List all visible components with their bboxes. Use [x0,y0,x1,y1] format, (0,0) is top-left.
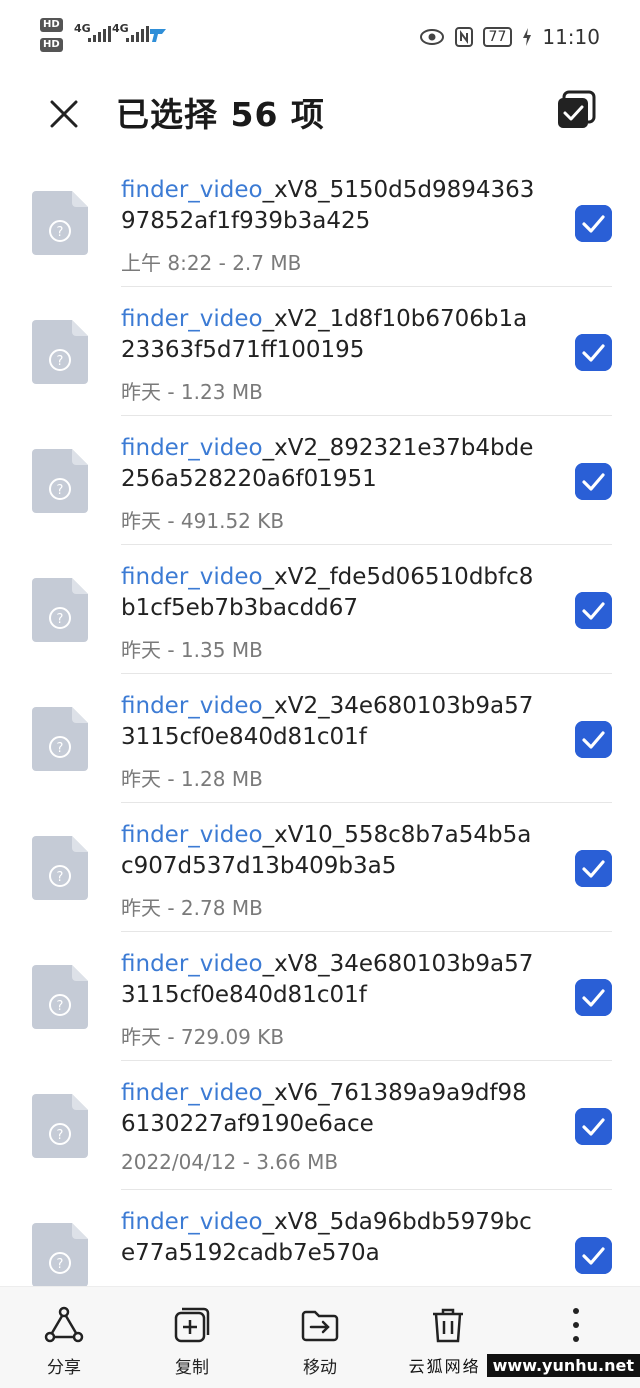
copy-icon [174,1307,210,1343]
watermark-text: 云狐网络 [402,1353,487,1377]
file-name-highlight: finder_video [121,1080,263,1106]
unknown-file-icon: ? [32,1094,88,1158]
svg-text:?: ? [57,612,64,627]
file-meta: 昨天 - 1.28 MB [121,767,263,791]
file-meta: 上午 8:22 - 2.7 MB [121,251,302,275]
checkbox-checked[interactable] [575,334,612,371]
file-name: finder_video_xV2_1d8f10b6706b1a23363f5d7… [121,304,541,366]
eye-icon [419,29,444,45]
selection-header: 已选择 56 项 [0,72,640,156]
checkbox-checked[interactable] [575,205,612,242]
checkbox-checked[interactable] [575,592,612,629]
unknown-file-icon: ? [32,191,88,255]
file-row[interactable]: ? finder_video_xV2_1d8f10b6706b1a23363f5d… [0,287,640,416]
app-notification-icon [150,29,166,42]
move-folder-icon [301,1310,339,1342]
file-row[interactable]: ? finder_video_xV2_892321e37b4bde256a5282… [0,416,640,545]
file-row[interactable]: ? finder_video_xV6_761389a9a9df986130227a… [0,1061,640,1190]
share-icon [44,1306,84,1343]
svg-text:?: ? [57,1257,64,1272]
watermark-url: www.yunhu.net [486,1353,640,1377]
unknown-file-icon: ? [32,320,88,384]
file-list: ? finder_video_xV8_5150d5d989436397852af1… [0,158,640,1286]
file-meta: 昨天 - 729.09 KB [121,1025,285,1049]
file-name: finder_video_xV2_892321e37b4bde256a52822… [121,433,541,495]
checkbox-checked[interactable] [575,721,612,758]
file-name-highlight: finder_video [121,951,263,977]
signal-icon [126,26,149,42]
file-row[interactable]: ? finder_video_xV8_5da96bdb5979bce77a5192… [0,1190,640,1286]
unknown-file-icon: ? [32,707,88,771]
move-button[interactable]: 移动 [256,1287,384,1388]
page-title: 已选择 56 项 [116,95,325,134]
watermark: 云狐网络 www.yunhu.net [402,1352,640,1378]
move-label: 移动 [303,1358,337,1378]
battery-icon: 77 [482,27,513,47]
file-name: finder_video_xV8_5150d5d989436397852af1f… [121,175,541,237]
unknown-file-icon: ? [32,578,88,642]
file-row[interactable]: ? finder_video_xV8_34e680103b9a573115cf0e… [0,932,640,1061]
checkbox-checked[interactable] [575,1237,612,1274]
hd-badge: HD [40,38,63,52]
file-meta: 昨天 - 491.52 KB [121,509,285,533]
checkbox-checked[interactable] [575,1108,612,1145]
unknown-file-icon: ? [32,836,88,900]
file-meta: 2022/04/12 - 3.66 MB [121,1150,339,1174]
share-label: 分享 [47,1358,81,1378]
checkbox-checked[interactable] [575,463,612,500]
close-icon[interactable] [42,92,86,136]
trash-icon [433,1308,463,1343]
svg-text:?: ? [57,483,64,498]
hd-badge: HD [40,18,63,32]
svg-text:?: ? [57,225,64,240]
share-button[interactable]: 分享 [0,1287,128,1388]
svg-text:?: ? [57,870,64,885]
unknown-file-icon: ? [32,449,88,513]
checkbox-checked[interactable] [575,979,612,1016]
svg-text:?: ? [57,741,64,756]
checkbox-checked[interactable] [575,850,612,887]
file-name: finder_video_xV2_34e680103b9a573115cf0e8… [121,691,541,753]
copy-button[interactable]: 复制 [128,1287,256,1388]
file-name-highlight: finder_video [121,177,263,203]
file-name: finder_video_xV8_34e680103b9a573115cf0e8… [121,949,541,1011]
file-row[interactable]: ? finder_video_xV8_5150d5d989436397852af1… [0,158,640,287]
file-name: finder_video_xV10_558c8b7a54b5ac907d537d… [121,820,541,882]
file-name-highlight: finder_video [121,435,263,461]
bottom-toolbar: 分享 复制 移动 删 云狐网络 www.yunhu.net [0,1286,640,1388]
copy-label: 复制 [175,1358,209,1378]
status-bar: HD HD 4G 4G 77 11:10 [0,0,640,72]
svg-text:?: ? [57,354,64,369]
file-row[interactable]: ? finder_video_xV2_34e680103b9a573115cf0e… [0,674,640,803]
more-vertical-icon [573,1308,579,1342]
file-meta: 昨天 - 2.78 MB [121,896,263,920]
svg-text:?: ? [57,999,64,1014]
signal-icon [88,26,111,42]
unknown-file-icon: ? [32,965,88,1029]
clock: 11:10 [542,25,600,49]
file-name-highlight: finder_video [121,564,263,590]
file-meta: 昨天 - 1.35 MB [121,638,263,662]
file-name-highlight: finder_video [121,306,263,332]
file-name-highlight: finder_video [121,822,263,848]
file-name-highlight: finder_video [121,1209,263,1235]
file-row[interactable]: ? finder_video_xV10_558c8b7a54b5ac907d537… [0,803,640,932]
file-name: finder_video_xV2_fde5d06510dbfc8b1cf5eb7… [121,562,541,624]
charging-icon [523,28,532,46]
file-name: finder_video_xV6_761389a9a9df986130227af… [121,1078,541,1140]
system-indicators: 77 11:10 [419,22,600,52]
file-name: finder_video_xV8_5da96bdb5979bce77a5192c… [121,1207,541,1269]
file-name-highlight: finder_video [121,693,263,719]
unknown-file-icon: ? [32,1223,88,1286]
svg-text:?: ? [57,1128,64,1143]
nfc-icon [454,27,473,47]
file-row[interactable]: ? finder_video_xV2_fde5d06510dbfc8b1cf5eb… [0,545,640,674]
file-meta: 昨天 - 1.23 MB [121,380,263,404]
select-all-icon[interactable] [556,90,596,130]
